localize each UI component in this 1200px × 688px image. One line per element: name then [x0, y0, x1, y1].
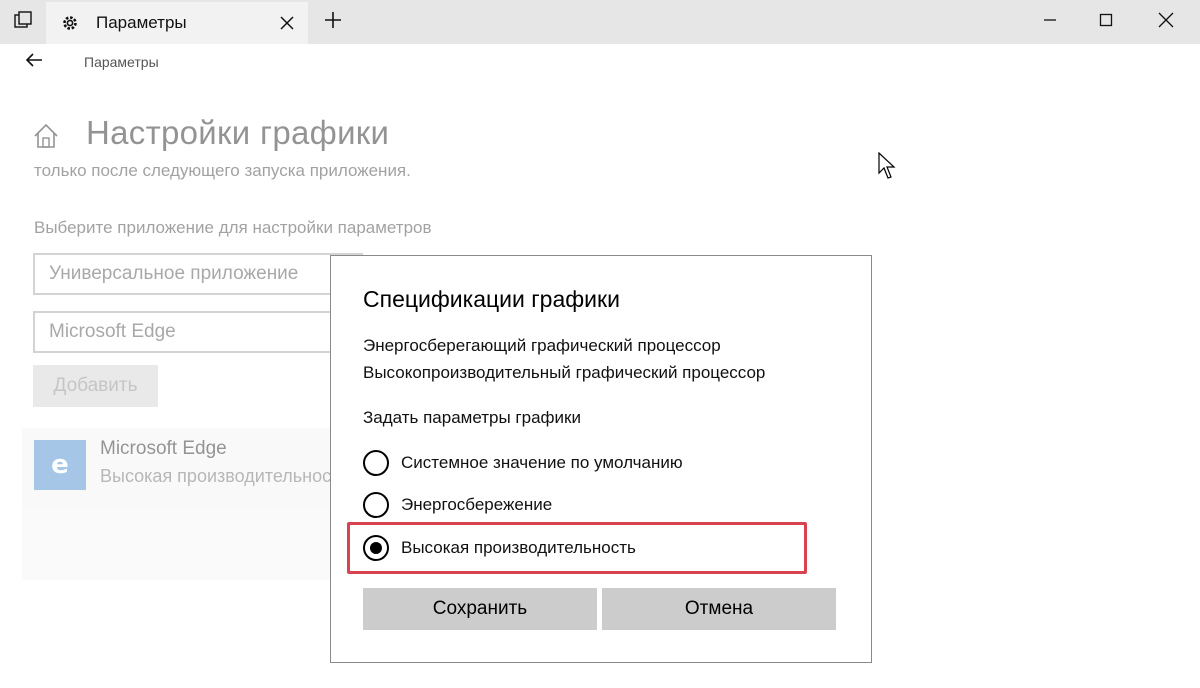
app-select[interactable]: Microsoft Edge [33, 311, 363, 353]
radio-high-performance[interactable]: Высокая производительность [363, 534, 636, 562]
new-tab-button[interactable] [316, 0, 350, 44]
radio-button[interactable] [363, 535, 389, 561]
radio-button[interactable] [363, 492, 389, 518]
svg-text:e: e [51, 450, 69, 480]
graphics-spec-dialog: Спецификации графики Энергосберегающий г… [330, 255, 872, 663]
mouse-cursor-icon [878, 151, 898, 185]
radio-system-default[interactable]: Системное значение по умолчанию [363, 449, 683, 477]
close-icon [1158, 12, 1174, 33]
gpu-power-saving-text: Энергосберегающий графический процессор [363, 336, 721, 355]
minimize-button[interactable] [1020, 0, 1080, 44]
close-window-button[interactable] [1136, 0, 1196, 44]
arrow-left-icon [25, 52, 43, 73]
back-button[interactable] [14, 46, 54, 78]
radio-label: Системное значение по умолчанию [401, 453, 683, 472]
app-type-select[interactable]: Универсальное приложение [33, 253, 363, 295]
maximize-icon [1099, 13, 1113, 32]
edge-app-icon: e [34, 440, 86, 490]
home-icon[interactable] [32, 122, 60, 155]
radio-power-saving[interactable]: Энергосбережение [363, 491, 552, 519]
save-button[interactable]: Сохранить [363, 588, 597, 630]
radio-label: Высокая производительность [401, 538, 636, 557]
page-subtitle: только после следующего запуска приложен… [34, 161, 411, 180]
app-preference: Высокая производительность [100, 466, 349, 486]
choose-app-label: Выберите приложение для настройки параме… [34, 218, 432, 237]
gear-icon [58, 14, 82, 32]
task-view-button[interactable] [0, 0, 46, 44]
tab-title: Параметры [96, 13, 187, 32]
gpu-high-perf-text: Высокопроизводительный графический проце… [363, 363, 766, 382]
title-bar: Параметры [0, 0, 1200, 44]
breadcrumb: Параметры [84, 54, 159, 70]
app-name: Microsoft Edge [100, 438, 227, 459]
radio-label: Энергосбережение [401, 495, 553, 514]
set-graphics-label: Задать параметры графики [363, 408, 581, 427]
windows-icon [14, 10, 32, 34]
plus-icon [324, 11, 342, 34]
radio-button[interactable] [363, 450, 389, 476]
dialog-title: Спецификации графики [363, 286, 620, 312]
page-title: Настройки графики [86, 114, 390, 151]
minimize-icon [1043, 13, 1057, 32]
cancel-button[interactable]: Отмена [602, 588, 836, 630]
tab-settings[interactable]: Параметры [46, 2, 308, 44]
tab-close-icon[interactable] [272, 16, 302, 30]
add-button[interactable]: Добавить [33, 365, 158, 407]
maximize-button[interactable] [1076, 0, 1136, 44]
